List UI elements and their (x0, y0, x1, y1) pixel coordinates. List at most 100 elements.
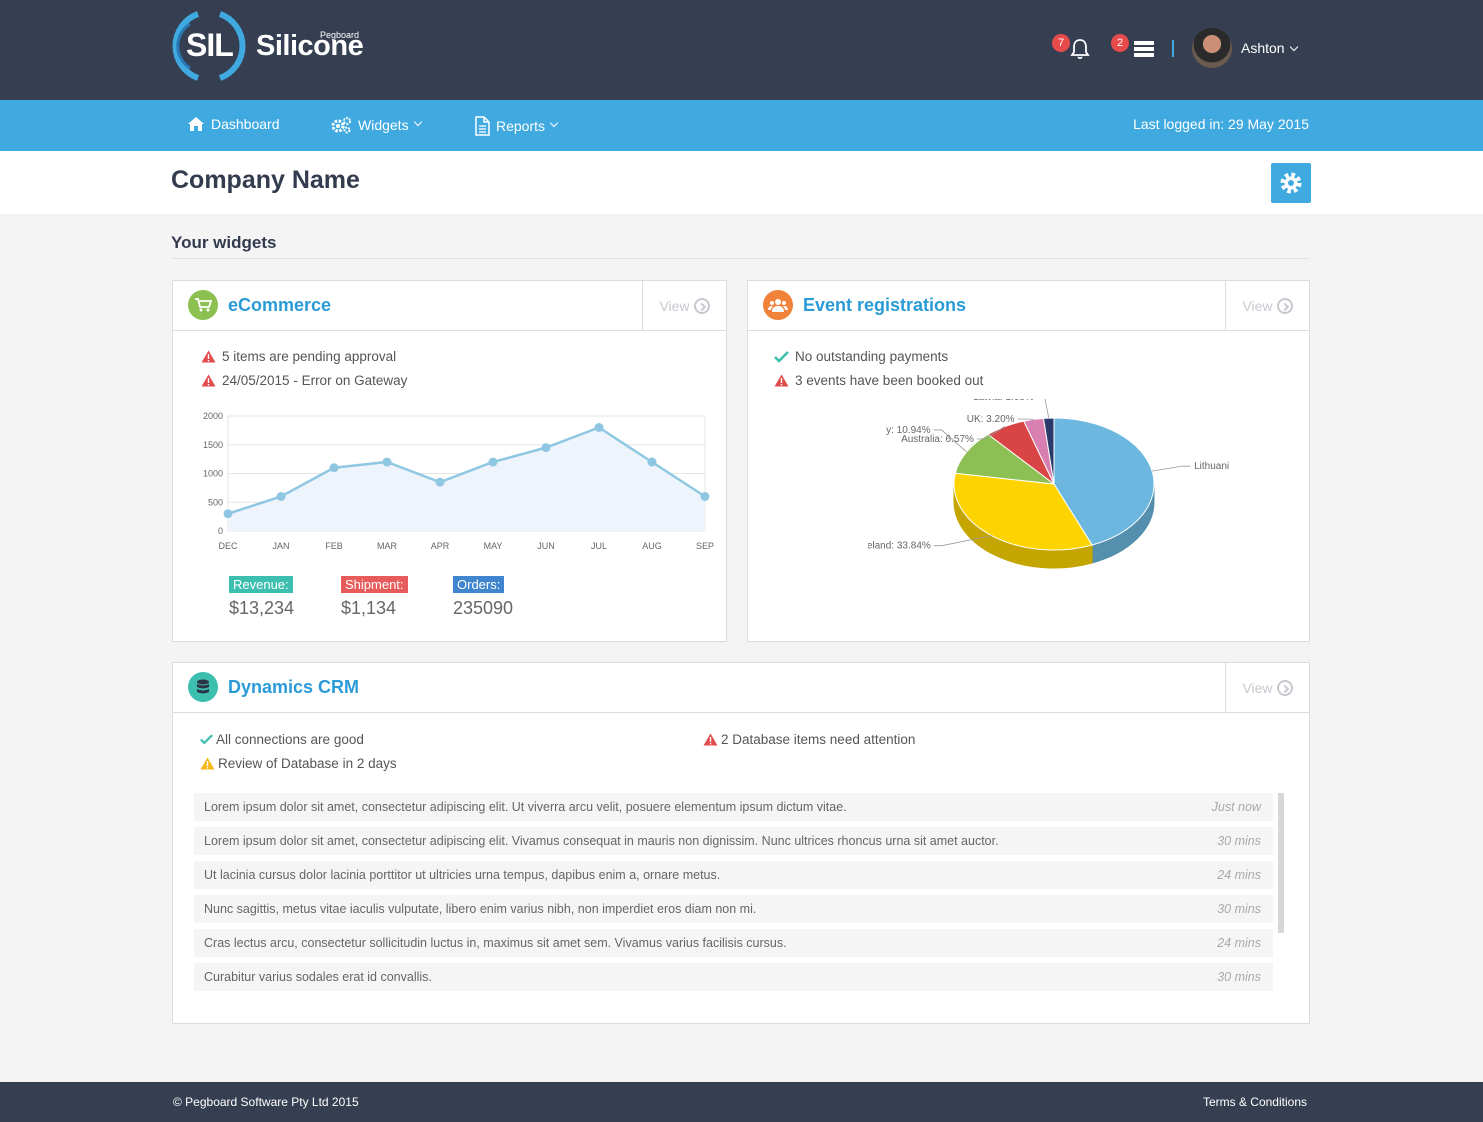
events-status-2: 3 events have been booked out (774, 373, 983, 388)
data-point[interactable] (647, 457, 657, 467)
data-point[interactable] (329, 463, 339, 473)
ecommerce-header: eCommerce View (173, 281, 726, 331)
data-point[interactable] (223, 509, 233, 519)
server-icon (1134, 41, 1154, 57)
list-item[interactable]: Ut lacinia cursus dolor lacinia porttito… (194, 861, 1273, 889)
x-tick-label: JUN (537, 541, 555, 551)
list-item-time: 24 mins (1217, 936, 1261, 950)
events-header: Event registrations View (748, 281, 1309, 331)
app-logo[interactable]: SIL Silicone Pegboard (170, 10, 380, 82)
x-tick-label: SEP (696, 541, 714, 551)
crm-title: Dynamics CRM (228, 677, 360, 697)
nav-dashboard-label: Dashboard (211, 116, 280, 132)
section-divider (171, 258, 1310, 259)
check-icon (774, 350, 789, 363)
settings-button[interactable] (1271, 163, 1311, 203)
arrow-circle-right-icon (693, 297, 710, 314)
data-point[interactable] (382, 457, 392, 467)
list-item[interactable]: Curabitur varius sodales erat id convall… (194, 963, 1273, 991)
x-tick-label: JAN (272, 541, 289, 551)
nav-bar: Dashboard Widgets Reports Last logged in… (0, 100, 1483, 151)
list-item-text: Curabitur varius sodales erat id convall… (204, 970, 432, 984)
warning-icon (774, 374, 789, 387)
crm-status-1: All connections are good (200, 732, 364, 747)
home-icon (187, 116, 205, 132)
nav-reports[interactable]: Reports (474, 116, 559, 136)
registrations-pie-chart: LithuaniIreland: 33.84%y: 10.94%Australi… (868, 399, 1229, 569)
y-tick-label: 1000 (203, 469, 223, 479)
ecommerce-alert-2: 24/05/2015 - Error on Gateway (201, 373, 407, 388)
chevron-down-icon (1289, 42, 1298, 52)
crm-status-3: 2 Database items need attention (703, 732, 915, 747)
crm-list-scrollbar[interactable] (1278, 793, 1284, 933)
ecommerce-alert-2-text: 24/05/2015 - Error on Gateway (222, 373, 408, 388)
nav-reports-label: Reports (496, 118, 546, 134)
data-point[interactable] (594, 423, 604, 432)
list-item-text: Lorem ipsum dolor sit amet, consectetur … (204, 834, 999, 848)
check-icon (200, 734, 213, 745)
shipment-value: $1,134 (341, 598, 397, 618)
logo-abbr: SIL (186, 27, 234, 63)
pie-label: Ireland: 33.84% (868, 541, 931, 552)
list-item[interactable]: Cras lectus arcu, consectetur sollicitud… (194, 929, 1273, 957)
section-title: Your widgets (171, 233, 277, 252)
list-item-text: Ut lacinia cursus dolor lacinia porttito… (204, 868, 721, 882)
ecommerce-title: eCommerce (228, 295, 332, 315)
terms-link[interactable]: Terms & Conditions (1203, 1095, 1307, 1109)
page-title: Company Name (171, 166, 360, 194)
crm-view-button[interactable]: View (1225, 663, 1309, 712)
data-point[interactable] (700, 492, 710, 501)
list-item[interactable]: Lorem ipsum dolor sit amet, consectetur … (194, 827, 1273, 855)
pie-label: Australia: 6.57% (901, 434, 974, 445)
avatar[interactable] (1192, 28, 1232, 68)
chevron-down-icon (413, 117, 422, 127)
cogs-icon (330, 116, 352, 134)
messages-badge: 2 (1111, 34, 1129, 52)
revenue-value: $13,234 (229, 598, 295, 618)
events-view-button[interactable]: View (1225, 281, 1309, 330)
ecommerce-widget: eCommerce View 5 items are pending appro… (172, 280, 727, 642)
bell-icon (1070, 39, 1090, 60)
ecommerce-view-button[interactable]: View (642, 281, 726, 330)
copyright: © Pegboard Software Pty Ltd 2015 (173, 1095, 359, 1109)
list-item-time: 30 mins (1217, 970, 1261, 984)
warning-icon (703, 733, 718, 746)
notifications-badge: 7 (1052, 34, 1070, 52)
cart-icon (188, 290, 218, 320)
list-item-text: Nunc sagittis, metus vitae iaculis vulpu… (204, 902, 757, 916)
arrow-circle-right-icon (1276, 679, 1293, 696)
crm-status-2-text: Review of Database in 2 days (218, 756, 397, 771)
orders-label: Orders: (453, 576, 505, 593)
user-menu[interactable]: Ashton (1241, 40, 1298, 56)
last-logged-in: Last logged in: 29 May 2015 (1133, 116, 1309, 132)
view-label: View (1242, 679, 1273, 696)
list-item-text: Cras lectus arcu, consectetur sollicitud… (204, 936, 787, 950)
series-area (228, 427, 705, 531)
list-item-text: Lorem ipsum dolor sit amet, consectetur … (204, 800, 847, 814)
warning-icon (200, 757, 215, 770)
user-name: Ashton (1241, 40, 1285, 56)
data-point[interactable] (435, 477, 445, 487)
gear-icon (1280, 172, 1302, 194)
y-tick-label: 0 (218, 526, 223, 536)
x-tick-label: APR (431, 541, 450, 551)
events-status-1-text: No outstanding payments (795, 349, 949, 364)
data-point[interactable] (541, 443, 551, 453)
orders-value: 235090 (453, 598, 514, 618)
nav-dashboard[interactable]: Dashboard (187, 116, 280, 132)
x-tick-label: DEC (218, 541, 238, 551)
list-item[interactable]: Nunc sagittis, metus vitae iaculis vulpu… (194, 895, 1273, 923)
chevron-down-icon (549, 118, 559, 128)
x-tick-label: AUG (642, 541, 662, 551)
list-item-time: 30 mins (1217, 834, 1261, 848)
pie-leader-line (1152, 465, 1191, 472)
nav-widgets[interactable]: Widgets (330, 116, 422, 134)
crm-header: Dynamics CRM View (173, 663, 1309, 713)
data-point[interactable] (276, 492, 286, 501)
events-status-1: No outstanding payments (774, 349, 948, 364)
list-item[interactable]: Lorem ipsum dolor sit amet, consectetur … (194, 793, 1273, 821)
x-tick-label: FEB (325, 541, 343, 551)
data-point[interactable] (488, 457, 498, 467)
crm-status-2: Review of Database in 2 days (200, 756, 397, 771)
nav-widgets-label: Widgets (358, 117, 409, 133)
